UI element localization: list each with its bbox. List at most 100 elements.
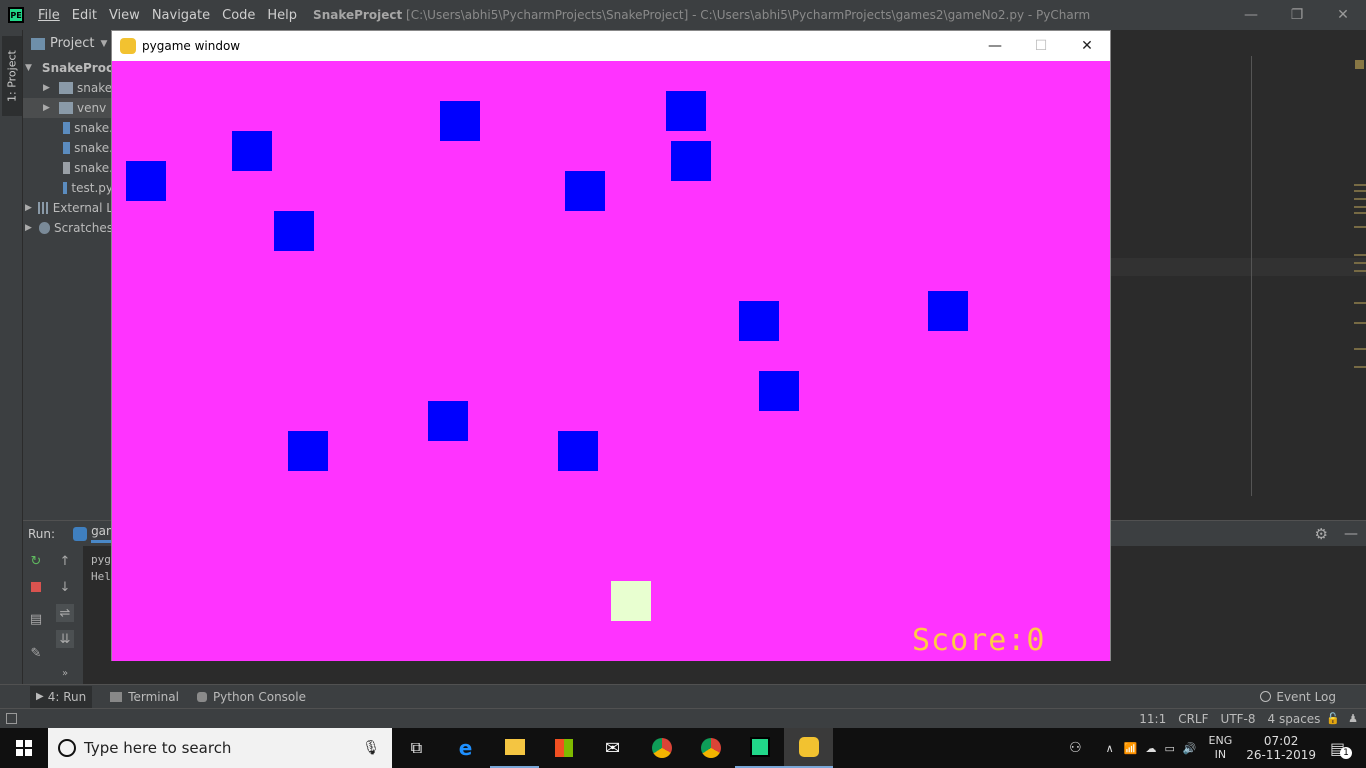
menu-edit[interactable]: Edit: [72, 8, 97, 23]
tree-item-file[interactable]: snake.: [23, 138, 113, 158]
file-explorer-button[interactable]: [490, 728, 539, 768]
enemy-block: [928, 291, 968, 331]
mail-button[interactable]: ✉: [588, 728, 637, 768]
chrome-button[interactable]: [637, 728, 686, 768]
arrow-up-icon[interactable]: ↑: [56, 552, 74, 570]
people-icon[interactable]: ⚇: [1069, 740, 1082, 756]
inspection-status-icon[interactable]: [1355, 60, 1364, 69]
menu-file[interactable]: File: [38, 8, 60, 23]
tree-item-external-libraries[interactable]: ▶ External L: [23, 198, 113, 218]
pycharm-button[interactable]: [735, 728, 784, 768]
console-line: Hel: [91, 570, 111, 583]
collapse-arrow-icon[interactable]: ▶: [43, 103, 53, 113]
enemy-block: [232, 131, 272, 171]
tree-item-file[interactable]: snake.: [23, 158, 113, 178]
tool-window-bar: ▶ 4: Run Terminal Python Console Event L…: [0, 684, 1366, 708]
clock[interactable]: 07:02 26-11-2019: [1246, 734, 1316, 762]
tree-item-label: test.py: [71, 181, 113, 195]
task-view-button[interactable]: ⧉: [392, 728, 441, 768]
collapse-arrow-icon[interactable]: ▶: [25, 203, 32, 213]
error-stripe-mark[interactable]: [1354, 302, 1366, 304]
error-stripe-mark[interactable]: [1354, 322, 1366, 324]
error-stripe-mark[interactable]: [1354, 254, 1366, 256]
store-button[interactable]: [539, 728, 588, 768]
language-indicator[interactable]: ENG IN: [1209, 734, 1233, 762]
game-canvas[interactable]: Score:0: [112, 61, 1110, 661]
tool-windows-toggle-icon[interactable]: [6, 713, 17, 724]
gear-icon[interactable]: ⚙: [1315, 525, 1328, 543]
hide-panel-icon[interactable]: —: [1344, 526, 1358, 542]
pygame-taskbar-button[interactable]: [784, 728, 833, 768]
score-label: Score:: [912, 623, 1027, 658]
tool-tab-run[interactable]: ▶ 4: Run: [30, 685, 93, 708]
line-separator[interactable]: CRLF: [1178, 712, 1208, 726]
indent-setting[interactable]: 4 spaces: [1268, 712, 1321, 726]
tree-item-venv[interactable]: ▶ venv: [23, 98, 113, 118]
error-stripe-mark[interactable]: [1354, 212, 1366, 214]
tree-item-root[interactable]: ▼ SnakeProc: [23, 58, 113, 78]
tree-item-scratches[interactable]: ▶ Scratches: [23, 218, 113, 238]
rerun-icon[interactable]: ↻: [27, 552, 45, 570]
microphone-icon[interactable]: 🎙: [362, 740, 380, 756]
caret-position[interactable]: 11:1: [1139, 712, 1166, 726]
tool-tab-event-log[interactable]: Event Log: [1260, 690, 1336, 704]
run-panel-label: Run:: [28, 526, 56, 541]
chrome-profile-button[interactable]: [686, 728, 735, 768]
error-stripe-mark[interactable]: [1354, 206, 1366, 208]
project-tool-tab[interactable]: 1: Project: [2, 36, 22, 116]
more-icon[interactable]: »: [56, 664, 74, 682]
pygame-maximize-button[interactable]: ☐: [1018, 38, 1064, 54]
pin-icon[interactable]: ✎: [27, 644, 45, 662]
error-stripe-mark[interactable]: [1354, 366, 1366, 368]
battery-icon[interactable]: ▭: [1164, 742, 1174, 755]
network-icon[interactable]: ☁: [1145, 742, 1156, 755]
ide-minimize-button[interactable]: —: [1228, 7, 1274, 23]
start-button[interactable]: [0, 728, 48, 768]
inspector-icon[interactable]: ♟: [1348, 712, 1358, 725]
scroll-to-end-icon[interactable]: ⇊: [56, 630, 74, 648]
wifi-icon[interactable]: 📶: [1124, 742, 1138, 755]
menu-help[interactable]: Help: [267, 8, 297, 23]
error-stripe-mark[interactable]: [1354, 226, 1366, 228]
file-encoding[interactable]: UTF-8: [1221, 712, 1256, 726]
pygame-minimize-button[interactable]: —: [972, 38, 1018, 54]
error-stripe-mark[interactable]: [1354, 190, 1366, 192]
ide-restore-button[interactable]: ❐: [1274, 7, 1320, 23]
tree-item-file[interactable]: snake.: [23, 118, 113, 138]
tool-tab-terminal[interactable]: Terminal: [110, 690, 179, 704]
error-stripe-mark[interactable]: [1354, 348, 1366, 350]
error-stripe-mark[interactable]: [1354, 198, 1366, 200]
menu-navigate[interactable]: Navigate: [152, 8, 210, 23]
store-icon: [554, 739, 573, 757]
collapse-arrow-icon[interactable]: ▶: [25, 223, 33, 233]
layout-icon[interactable]: ▤: [27, 610, 45, 628]
error-stripe-mark[interactable]: [1354, 184, 1366, 186]
tool-tab-python-console[interactable]: Python Console: [196, 690, 306, 704]
expand-arrow-icon[interactable]: ▼: [25, 63, 32, 73]
error-stripe-mark[interactable]: [1354, 270, 1366, 272]
lock-icon[interactable]: 🔓: [1326, 712, 1340, 725]
action-center-button[interactable]: ▤ 1: [1330, 739, 1354, 759]
chevron-up-icon[interactable]: ∧: [1106, 742, 1114, 755]
project-panel-header[interactable]: Project ▼: [23, 30, 113, 57]
pygame-title-bar[interactable]: pygame window — ☐ ✕: [112, 31, 1110, 61]
menu-view[interactable]: View: [109, 8, 140, 23]
stop-icon[interactable]: [27, 578, 45, 596]
pygame-close-button[interactable]: ✕: [1064, 38, 1110, 54]
volume-icon[interactable]: 🔊: [1183, 742, 1197, 755]
enemy-block: [759, 371, 799, 411]
error-stripe-mark[interactable]: [1354, 262, 1366, 264]
edge-button[interactable]: e: [441, 728, 490, 768]
taskbar-search-box[interactable]: Type here to search 🎙: [48, 728, 392, 768]
soft-wrap-icon[interactable]: ⇌: [56, 604, 74, 622]
editor-area[interactable]: [1110, 56, 1366, 520]
ide-close-button[interactable]: ✕: [1320, 7, 1366, 23]
tree-item-snake-folder[interactable]: ▶ snake: [23, 78, 113, 98]
tree-item-file[interactable]: test.py: [23, 178, 113, 198]
ide-title-bar: PE File Edit View Navigate Code Help Sna…: [0, 0, 1366, 30]
collapse-arrow-icon[interactable]: ▶: [43, 83, 53, 93]
chevron-down-icon[interactable]: ▼: [100, 39, 107, 49]
scratches-icon: [38, 222, 50, 234]
menu-code[interactable]: Code: [222, 8, 255, 23]
arrow-down-icon[interactable]: ↓: [56, 578, 74, 596]
